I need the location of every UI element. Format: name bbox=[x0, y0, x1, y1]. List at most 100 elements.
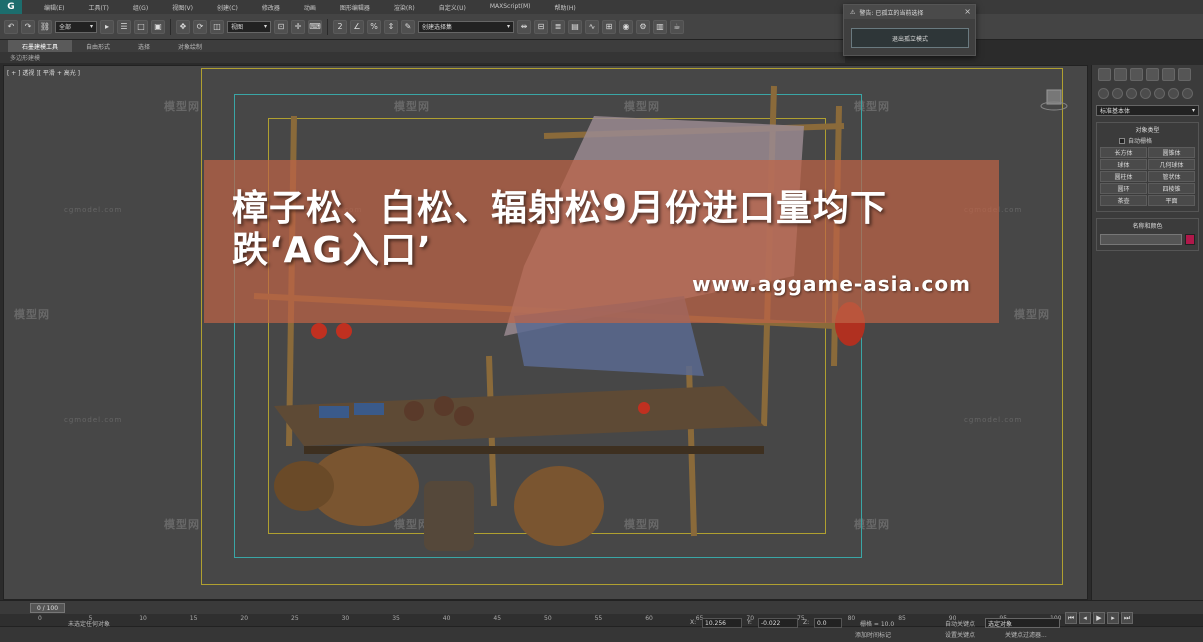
create-tab-icon[interactable] bbox=[1098, 68, 1111, 81]
set-key-button[interactable]: 设置关键点 bbox=[945, 630, 975, 639]
key-filters-button[interactable]: 关键点过滤器... bbox=[1005, 630, 1047, 639]
rendered-frame-icon[interactable]: ▥ bbox=[653, 19, 667, 34]
object-type-button[interactable]: 管状体 bbox=[1148, 171, 1195, 182]
move-icon[interactable]: ✥ bbox=[176, 19, 190, 34]
material-editor-icon[interactable]: ◉ bbox=[619, 19, 633, 34]
menu-item[interactable]: 动画 bbox=[292, 3, 328, 12]
prev-frame-icon[interactable]: ◂ bbox=[1079, 612, 1091, 624]
object-type-button[interactable]: 四棱锥 bbox=[1148, 183, 1195, 194]
undo-icon[interactable]: ↶ bbox=[4, 19, 18, 34]
ribbon-tab[interactable]: 对象绘制 bbox=[164, 40, 216, 52]
redo-icon[interactable]: ↷ bbox=[21, 19, 35, 34]
rect-selection-icon[interactable]: □ bbox=[134, 19, 148, 34]
auto-key-button[interactable]: 自动关键点 bbox=[945, 619, 975, 628]
shapes-icon[interactable] bbox=[1112, 88, 1123, 99]
autogrid-checkbox[interactable]: 自动栅格 bbox=[1097, 136, 1198, 145]
rollout-title[interactable]: 名称和颜色 bbox=[1097, 219, 1198, 232]
menu-item[interactable]: 帮助(H) bbox=[543, 3, 588, 12]
graphite-toggle-icon[interactable]: ▤ bbox=[568, 19, 582, 34]
object-type-button[interactable]: 圆环 bbox=[1100, 183, 1147, 194]
menu-item[interactable]: 编辑(E) bbox=[32, 3, 76, 12]
object-type-button[interactable]: 球体 bbox=[1100, 159, 1147, 170]
ribbon-tab[interactable]: 选择 bbox=[124, 40, 164, 52]
menu-item[interactable]: 图形编辑器 bbox=[328, 3, 382, 12]
object-type-button[interactable]: 几何球体 bbox=[1148, 159, 1195, 170]
object-type-button[interactable]: 圆锥体 bbox=[1148, 147, 1195, 158]
primitive-type-select[interactable]: 标准基本体 ▾ bbox=[1096, 105, 1199, 116]
banner-url[interactable]: www.aggame-asia.com bbox=[692, 272, 971, 296]
align-icon[interactable]: ⊟ bbox=[534, 19, 548, 34]
checkbox-icon[interactable] bbox=[1119, 137, 1125, 144]
go-to-start-icon[interactable]: ⏮ bbox=[1065, 612, 1077, 624]
layer-manager-icon[interactable]: ≣ bbox=[551, 19, 565, 34]
object-name-field[interactable] bbox=[1100, 234, 1182, 245]
cameras-icon[interactable] bbox=[1140, 88, 1151, 99]
object-color-swatch[interactable] bbox=[1185, 234, 1195, 245]
curve-editor-icon[interactable]: ∿ bbox=[585, 19, 599, 34]
menu-item[interactable]: 视图(V) bbox=[160, 3, 205, 12]
percent-snap-icon[interactable]: % bbox=[367, 19, 381, 34]
viewcube-icon[interactable] bbox=[1039, 84, 1069, 114]
select-object-icon[interactable]: ▸ bbox=[100, 19, 114, 34]
rollout-title[interactable]: 对象类型 bbox=[1097, 123, 1198, 136]
menu-item[interactable]: 自定义(U) bbox=[427, 3, 478, 12]
z-coordinate-field[interactable]: 0.0 bbox=[814, 618, 842, 628]
link-icon[interactable]: ⛓ bbox=[38, 19, 52, 34]
space-warps-icon[interactable] bbox=[1168, 88, 1179, 99]
named-selection-select[interactable]: 创建选择集 ▾ bbox=[418, 20, 514, 33]
rotate-icon[interactable]: ⟳ bbox=[193, 19, 207, 34]
object-type-button[interactable]: 圆柱体 bbox=[1100, 171, 1147, 182]
utilities-tab-icon[interactable] bbox=[1178, 68, 1191, 81]
keyboard-shortcut-icon[interactable]: ⌨ bbox=[308, 19, 322, 34]
go-to-end-icon[interactable]: ⏭ bbox=[1121, 612, 1133, 624]
display-tab-icon[interactable] bbox=[1162, 68, 1175, 81]
modify-tab-icon[interactable] bbox=[1114, 68, 1127, 81]
menu-item[interactable]: MAXScript(M) bbox=[478, 3, 543, 12]
select-by-name-icon[interactable]: ☰ bbox=[117, 19, 131, 34]
angle-snap-icon[interactable]: ∠ bbox=[350, 19, 364, 34]
menu-item[interactable]: 渲染(R) bbox=[382, 3, 427, 12]
motion-tab-icon[interactable] bbox=[1146, 68, 1159, 81]
track-bar[interactable]: 0510152025303540455055606570758085909510… bbox=[0, 614, 1065, 626]
close-icon[interactable]: × bbox=[964, 7, 971, 16]
selection-filter-select[interactable]: 全部 ▾ bbox=[55, 20, 97, 33]
geometry-icon[interactable] bbox=[1098, 88, 1109, 99]
y-coordinate-field[interactable]: -0.022 bbox=[758, 618, 798, 628]
window-crossing-icon[interactable]: ▣ bbox=[151, 19, 165, 34]
time-slider[interactable]: 0 / 100 bbox=[30, 603, 65, 613]
menu-item[interactable]: 工具(T) bbox=[76, 3, 120, 12]
render-icon[interactable]: ☕ bbox=[670, 19, 684, 34]
object-type-button[interactable]: 长方体 bbox=[1100, 147, 1147, 158]
play-icon[interactable]: ▶ bbox=[1093, 612, 1105, 624]
promo-banner[interactable]: 樟子松、白松、辐射松9月份进口量均下跌‘AG入口’ www.aggame-asi… bbox=[204, 160, 999, 323]
menu-item[interactable]: 创建(C) bbox=[205, 3, 250, 12]
schematic-view-icon[interactable]: ⊞ bbox=[602, 19, 616, 34]
perspective-viewport[interactable]: [ + ] 透视 ][ 平滑 + 高光 ] 模型网 模型网 模型网 模型网 cg… bbox=[3, 65, 1088, 600]
ribbon-tab[interactable]: 自由形式 bbox=[72, 40, 124, 52]
x-coordinate-field[interactable]: 10.256 bbox=[702, 618, 742, 628]
menu-item[interactable]: 组(G) bbox=[121, 3, 160, 12]
manipulate-icon[interactable]: ✛ bbox=[291, 19, 305, 34]
object-type-button[interactable]: 平面 bbox=[1148, 195, 1195, 206]
object-type-button[interactable]: 茶壶 bbox=[1100, 195, 1147, 206]
systems-icon[interactable] bbox=[1182, 88, 1193, 99]
scale-icon[interactable]: ◫ bbox=[210, 19, 224, 34]
edit-named-selection-icon[interactable]: ✎ bbox=[401, 19, 415, 34]
next-frame-icon[interactable]: ▸ bbox=[1107, 612, 1119, 624]
render-setup-icon[interactable]: ⚙ bbox=[636, 19, 650, 34]
key-mode-select[interactable]: 选定对象 bbox=[985, 618, 1060, 628]
add-time-tag[interactable]: 添加时间标记 bbox=[855, 630, 891, 639]
mirror-icon[interactable]: ⇹ bbox=[517, 19, 531, 34]
reference-coord-select[interactable]: 视图 ▾ bbox=[227, 20, 271, 33]
pivot-icon[interactable]: ⊡ bbox=[274, 19, 288, 34]
snap-toggle-icon[interactable]: 2 bbox=[333, 19, 347, 34]
market-stall-model[interactable] bbox=[4, 66, 1088, 600]
hierarchy-tab-icon[interactable] bbox=[1130, 68, 1143, 81]
menu-item[interactable]: 修改器 bbox=[250, 3, 292, 12]
spinner-snap-icon[interactable]: ⇕ bbox=[384, 19, 398, 34]
exit-isolation-button[interactable]: 退出孤立模式 bbox=[851, 28, 969, 48]
lights-icon[interactable] bbox=[1126, 88, 1137, 99]
helpers-icon[interactable] bbox=[1154, 88, 1165, 99]
app-logo-icon[interactable]: G bbox=[0, 0, 22, 14]
ribbon-tab[interactable]: 石墨建模工具 bbox=[8, 40, 73, 52]
